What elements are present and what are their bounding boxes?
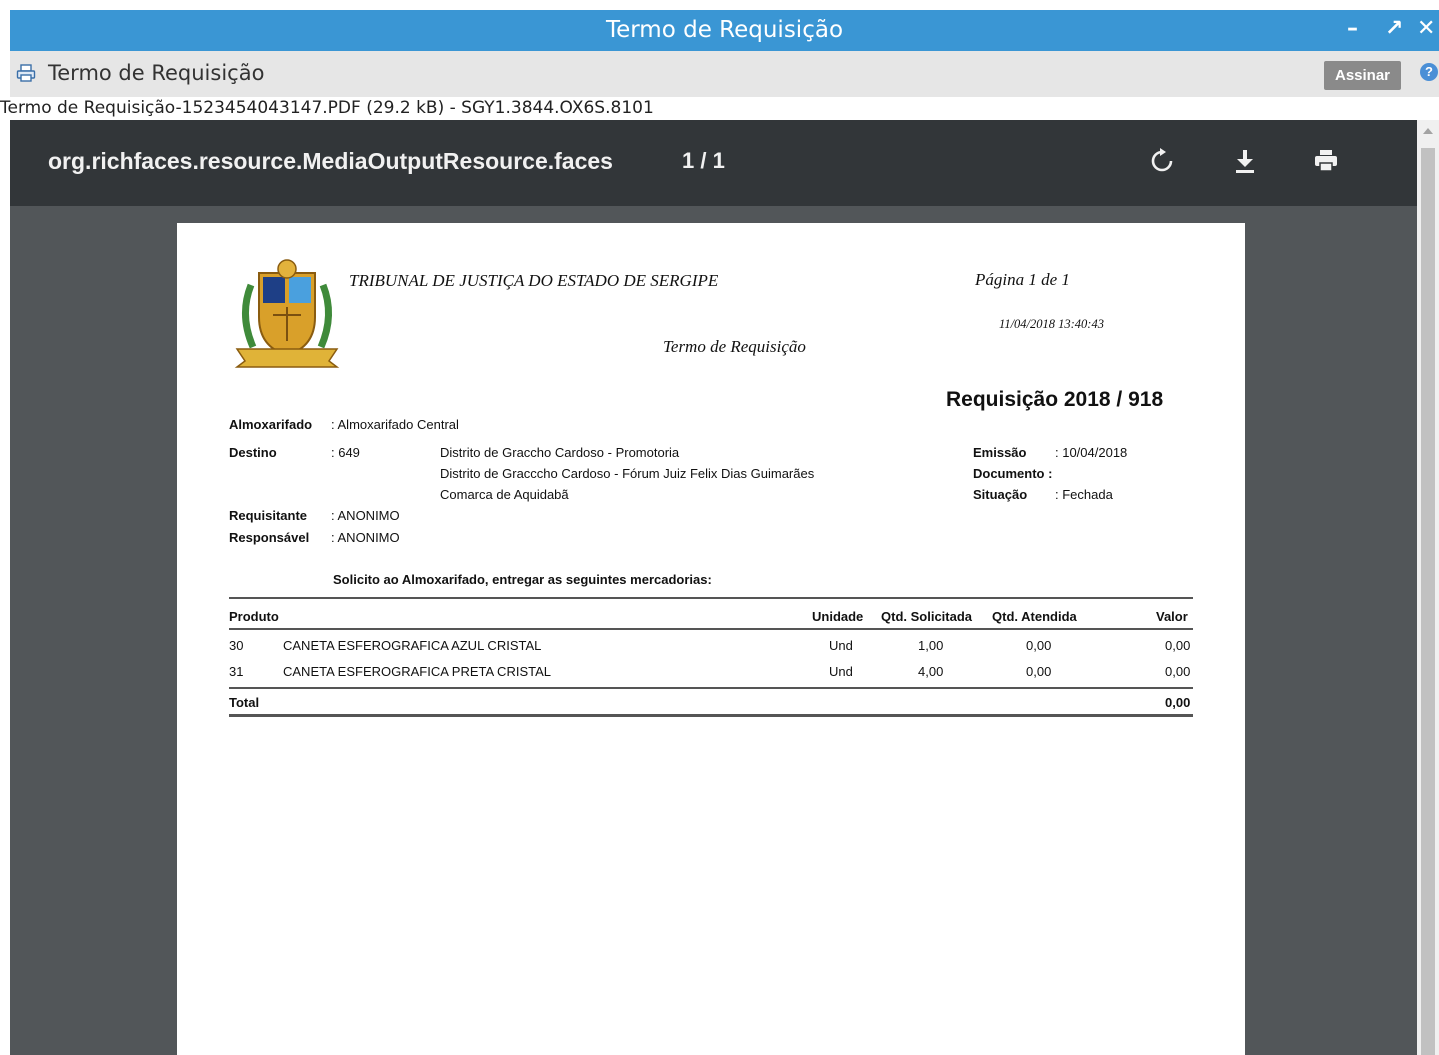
print-icon[interactable]	[1311, 146, 1341, 176]
total-value: 0,00	[1165, 695, 1191, 710]
col-header-qtd-atendida: Qtd. Atendida	[992, 609, 1077, 624]
pdf-page: TRIBUNAL DE JUSTIÇA DO ESTADO DE SERGIPE…	[177, 223, 1245, 1055]
destino-line: Distrito de Gracccho Cardoso - Fórum Jui…	[440, 466, 815, 481]
row-qtd-solicitada: 4,00	[918, 664, 944, 679]
requisition-title: Requisição 2018 / 918	[946, 388, 1164, 411]
rotate-icon[interactable]	[1147, 146, 1177, 176]
scrollbar-thumb[interactable]	[1421, 148, 1435, 1055]
printer-icon[interactable]	[16, 63, 36, 83]
row-qtd-solicitada: 1,00	[918, 638, 944, 653]
viewer-toolbar: org.richfaces.resource.MediaOutputResour…	[10, 120, 1417, 206]
row-valor: 0,00	[1165, 638, 1191, 653]
destino-label: Destino	[229, 445, 277, 460]
responsavel-label: Responsável	[229, 530, 310, 545]
file-info: Termo de Requisição-1523454043147.PDF (2…	[0, 98, 654, 118]
requisitante-value: : ANONIMO	[331, 508, 400, 523]
col-header-qtd-solicitada: Qtd. Solicitada	[881, 609, 973, 624]
pdf-viewer: org.richfaces.resource.MediaOutputResour…	[10, 120, 1417, 1055]
row-qtd-atendida: 0,00	[1026, 664, 1052, 679]
table-top-rule	[229, 597, 1193, 599]
row-unit: Und	[829, 664, 853, 679]
table-bottom-rule	[229, 714, 1193, 717]
row-valor: 0,00	[1165, 664, 1191, 679]
print-datetime: 11/04/2018 13:40:43	[999, 317, 1104, 331]
row-code: 31	[229, 664, 244, 679]
destino-code: : 649	[331, 445, 360, 460]
documento-label: Documento :	[973, 466, 1053, 481]
scroll-up-icon[interactable]	[1423, 128, 1433, 134]
help-icon[interactable]: ?	[1420, 63, 1438, 81]
col-header-valor: Valor	[1156, 609, 1188, 624]
download-icon[interactable]	[1230, 146, 1260, 176]
minimize-icon[interactable]: –	[1347, 16, 1358, 41]
court-seal-logo	[234, 259, 340, 368]
sign-button[interactable]: Assinar	[1324, 61, 1401, 90]
col-header-unidade: Unidade	[812, 609, 864, 624]
page-counter: 1 / 1	[682, 148, 725, 173]
window-titlebar: Termo de Requisição – ↗ ✕	[10, 10, 1439, 51]
table-total-rule	[229, 687, 1193, 689]
window-title: Termo de Requisição	[605, 17, 844, 43]
request-text: Solicito ao Almoxarifado, entregar as se…	[333, 572, 712, 587]
row-code: 30	[229, 638, 244, 653]
emissao-value: : 10/04/2018	[1055, 445, 1128, 460]
maximize-icon[interactable]: ↗	[1385, 16, 1403, 41]
app-toolbar: Termo de Requisição Assinar ?	[10, 51, 1439, 97]
destino-line: Comarca de Aquidabã	[440, 487, 569, 502]
page-label: Página 1 de 1	[975, 270, 1070, 289]
situacao-value: : Fechada	[1055, 487, 1113, 502]
toolbar-title: Termo de Requisição	[48, 61, 265, 85]
total-label: Total	[229, 695, 260, 710]
row-qtd-atendida: 0,00	[1026, 638, 1052, 653]
document-title: Termo de Requisição	[663, 337, 806, 356]
emissao-label: Emissão	[973, 445, 1027, 460]
close-icon[interactable]: ✕	[1417, 16, 1435, 41]
row-unit: Und	[829, 638, 853, 653]
responsavel-value: : ANONIMO	[331, 530, 400, 545]
requisitante-label: Requisitante	[229, 508, 308, 523]
almoxarifado-value: : Almoxarifado Central	[331, 417, 459, 432]
row-product: CANETA ESFEROGRAFICA AZUL CRISTAL	[283, 638, 542, 653]
almoxarifado-label: Almoxarifado	[229, 417, 313, 432]
situacao-label: Situação	[973, 487, 1028, 502]
court-name: TRIBUNAL DE JUSTIÇA DO ESTADO DE SERGIPE	[349, 271, 719, 290]
vertical-scrollbar[interactable]	[1417, 120, 1439, 1055]
destino-line: Distrito de Graccho Cardoso - Promotoria	[440, 445, 680, 460]
viewer-title: org.richfaces.resource.MediaOutputResour…	[48, 148, 613, 174]
row-product: CANETA ESFEROGRAFICA PRETA CRISTAL	[283, 664, 551, 679]
table-header-rule	[229, 628, 1193, 630]
col-header-produto: Produto	[229, 609, 279, 624]
